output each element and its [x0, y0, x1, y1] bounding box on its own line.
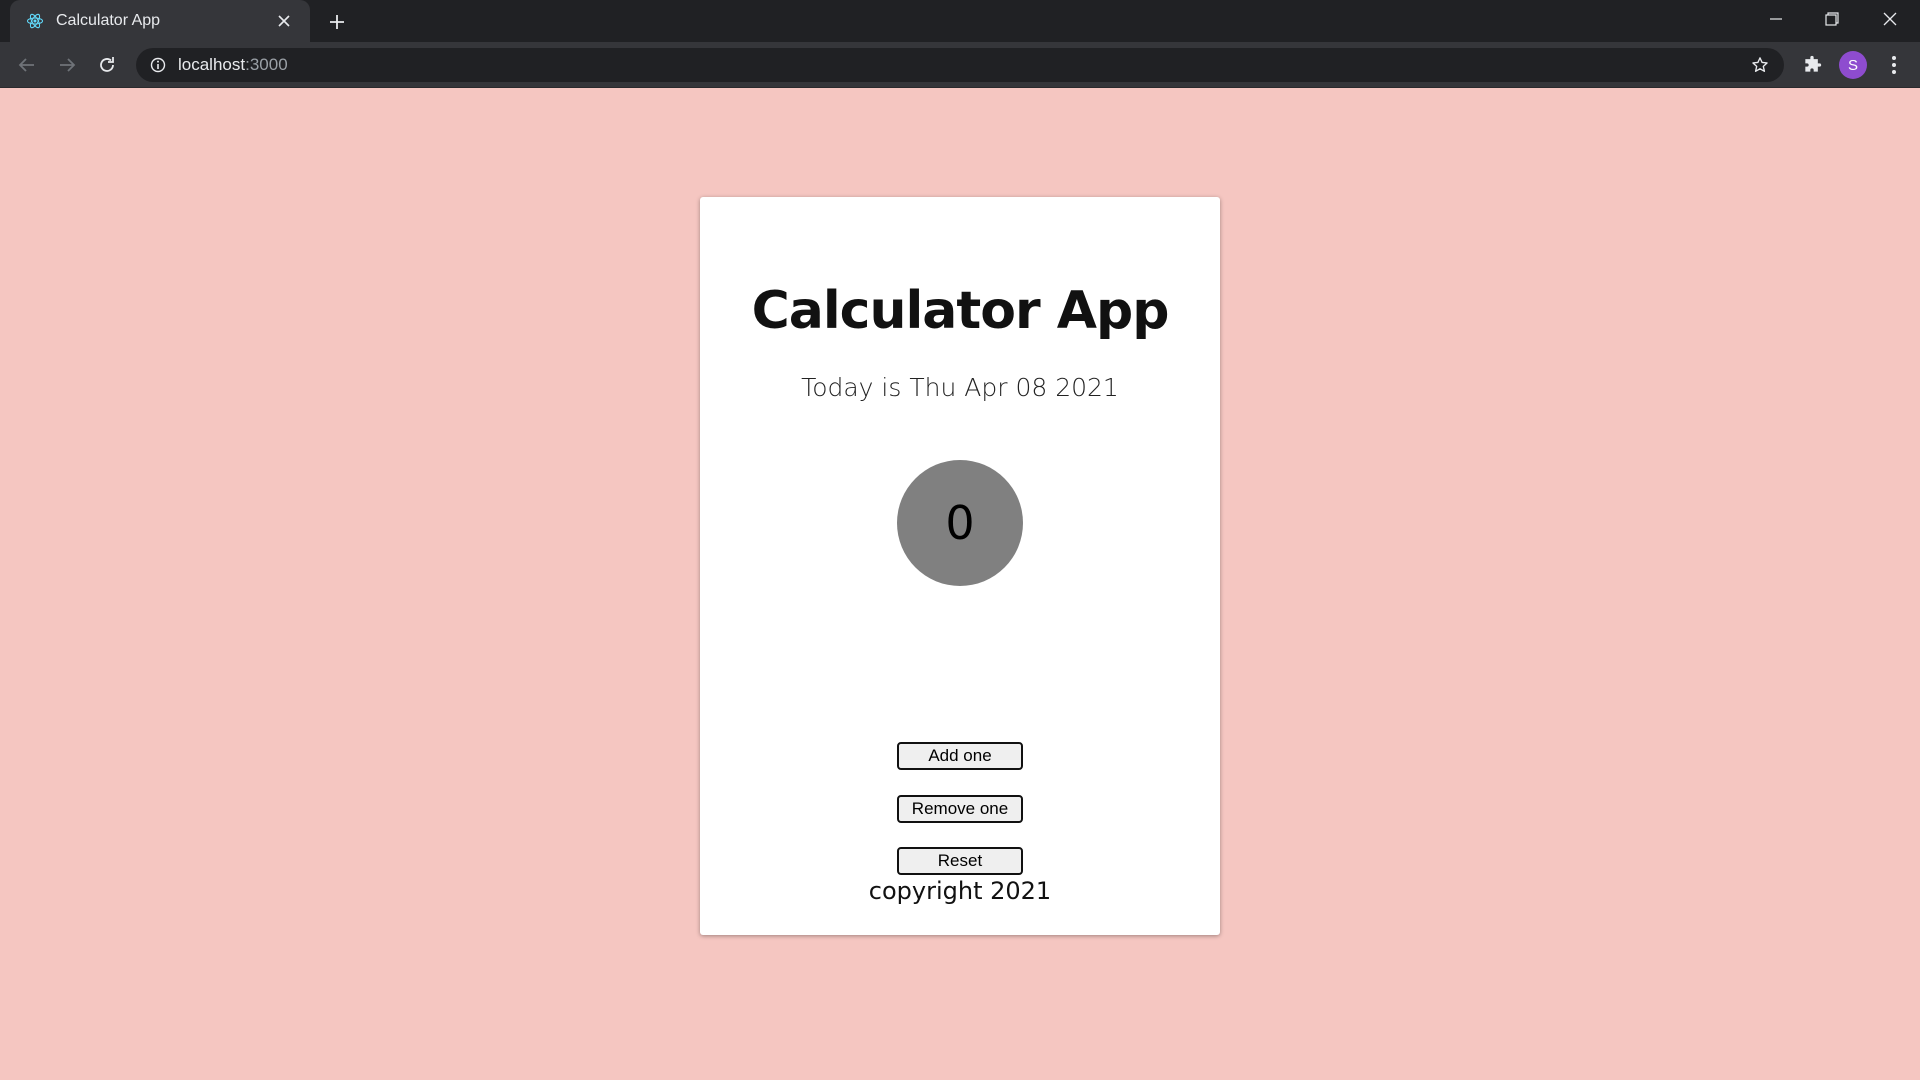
footer-copyright: copyright 2021 [868, 877, 1052, 905]
extensions-icon[interactable] [1796, 49, 1828, 81]
browser-tab[interactable]: Calculator App [10, 0, 310, 42]
new-tab-icon[interactable] [322, 7, 352, 37]
tab-title: Calculator App [56, 12, 161, 29]
calculator-card: Calculator App Today is Thu Apr 08 2021 … [700, 197, 1220, 935]
profile-avatar[interactable]: S [1839, 51, 1867, 79]
bookmark-star-icon[interactable] [1746, 51, 1774, 79]
address-bar[interactable]: localhost:3000 [136, 48, 1784, 82]
forward-icon[interactable] [51, 49, 83, 81]
page-title: Calculator App [751, 281, 1170, 341]
minimize-icon[interactable] [1748, 0, 1804, 38]
reload-icon[interactable] [91, 49, 123, 81]
add-one-button[interactable]: Add one [897, 742, 1023, 770]
more-menu-icon[interactable] [1878, 49, 1910, 81]
close-window-icon[interactable] [1862, 0, 1918, 38]
reset-button[interactable]: Reset [897, 847, 1023, 875]
back-icon[interactable] [11, 49, 43, 81]
remove-one-button[interactable]: Remove one [897, 795, 1023, 823]
browser-toolbar: localhost:3000 S [0, 42, 1920, 88]
url-port: :3000 [245, 55, 288, 74]
date-text: Today is Thu Apr 08 2021 [801, 373, 1119, 402]
site-info-icon[interactable] [150, 57, 166, 73]
url-host: localhost [178, 55, 246, 74]
counter-display: 0 [897, 460, 1023, 586]
close-tab-icon[interactable] [272, 9, 296, 33]
browser-tab-bar: Calculator App [0, 0, 1920, 42]
restore-icon[interactable] [1804, 0, 1860, 38]
page-viewport: Calculator App Today is Thu Apr 08 2021 … [0, 89, 1920, 1080]
react-icon [26, 12, 44, 30]
